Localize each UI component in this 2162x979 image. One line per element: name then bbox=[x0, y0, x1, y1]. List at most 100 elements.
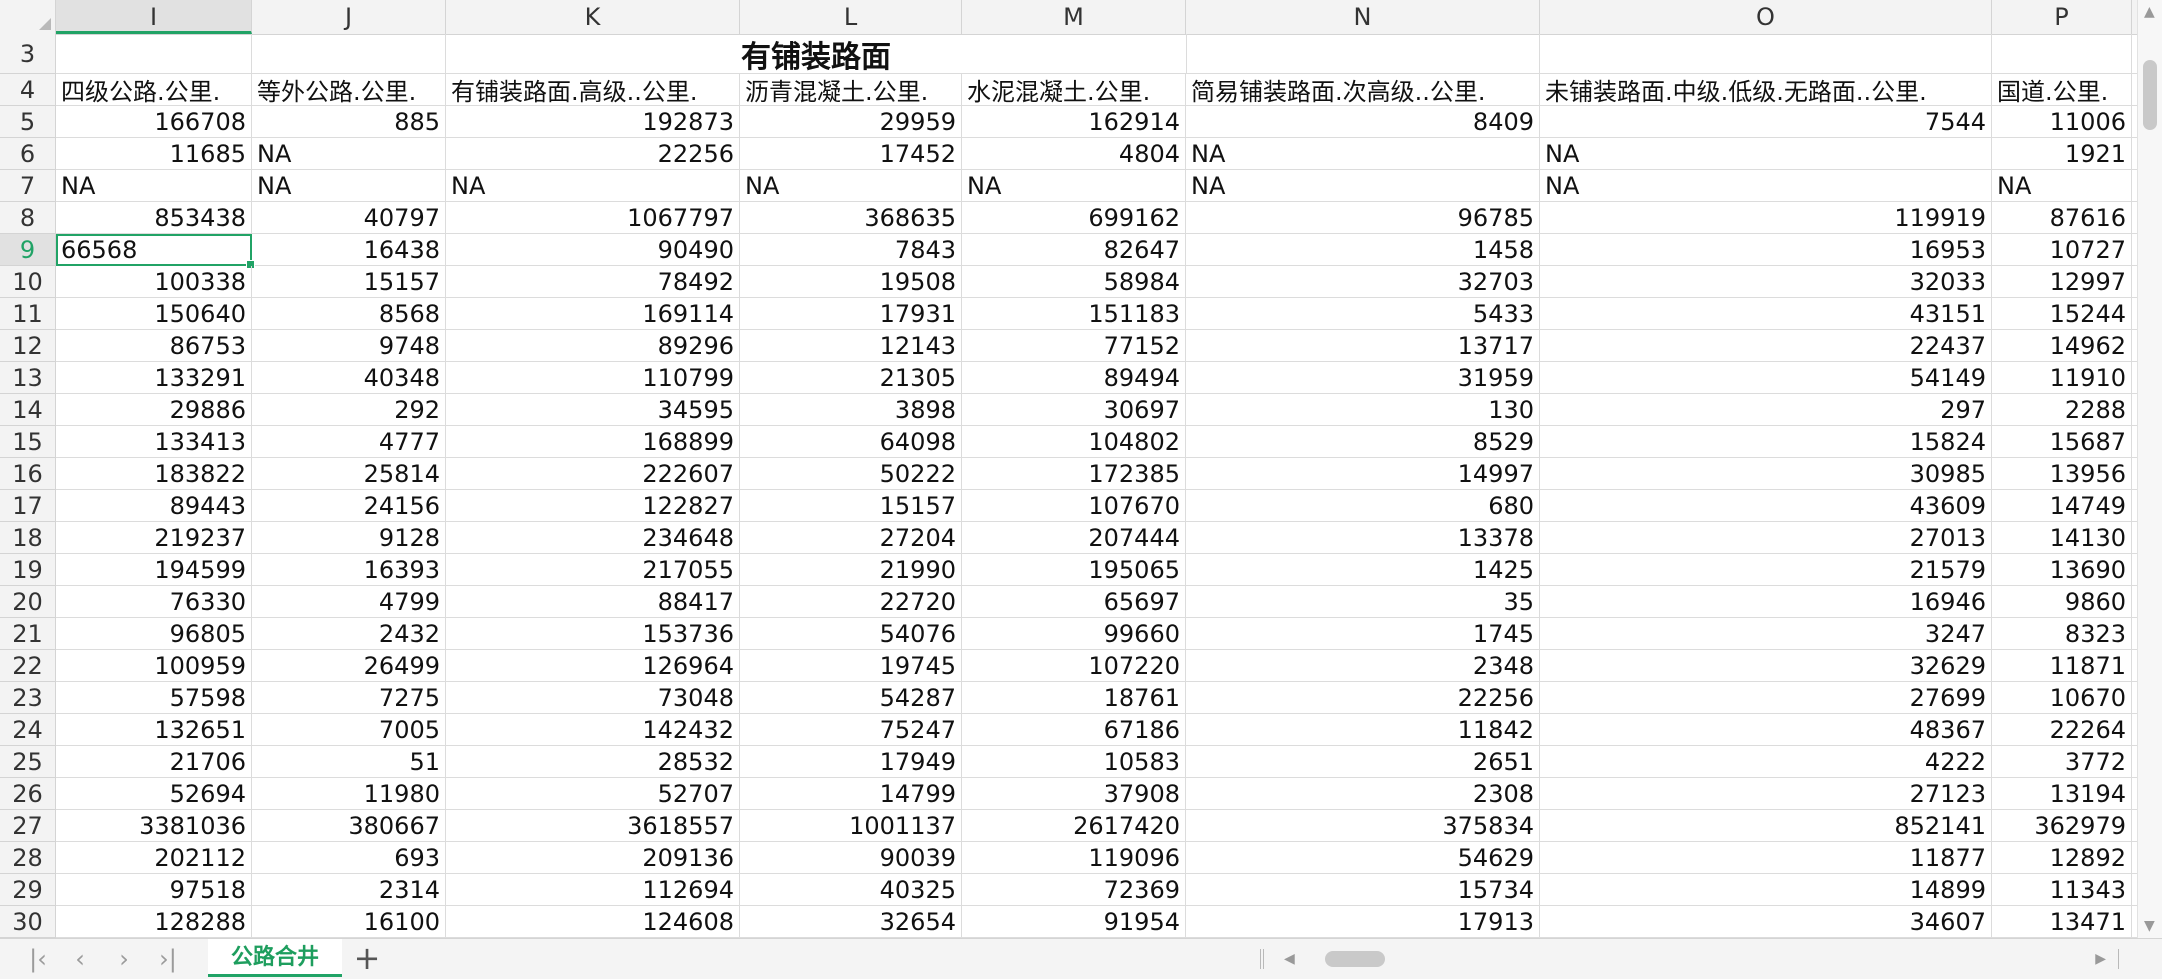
table-cell[interactable]: 13194 bbox=[1992, 778, 2132, 809]
table-cell[interactable]: 89443 bbox=[56, 490, 252, 521]
table-cell[interactable] bbox=[252, 34, 446, 73]
table-cell[interactable]: 11343 bbox=[1992, 874, 2132, 905]
table-cell[interactable]: 8409 bbox=[1186, 106, 1540, 137]
table-cell[interactable]: 76330 bbox=[56, 586, 252, 617]
table-cell[interactable]: 31959 bbox=[1186, 362, 1540, 393]
table-cell[interactable]: 853438 bbox=[56, 202, 252, 233]
table-cell[interactable]: 128288 bbox=[56, 906, 252, 937]
column-header-p[interactable]: P bbox=[1992, 0, 2132, 34]
table-cell[interactable]: 2348 bbox=[1186, 650, 1540, 681]
table-cell[interactable]: 362979 bbox=[1992, 810, 2132, 841]
table-cell[interactable]: 86753 bbox=[56, 330, 252, 361]
table-cell[interactable]: 97518 bbox=[56, 874, 252, 905]
table-cell[interactable]: 3898 bbox=[740, 394, 962, 425]
table-cell[interactable]: 90490 bbox=[446, 234, 740, 265]
table-cell[interactable]: 368635 bbox=[740, 202, 962, 233]
column-title-cell[interactable]: 国道.公里. bbox=[1992, 74, 2132, 105]
table-cell[interactable]: 104802 bbox=[962, 426, 1186, 457]
table-cell[interactable]: 30985 bbox=[1540, 458, 1992, 489]
table-cell[interactable] bbox=[56, 34, 252, 73]
row-header-15[interactable]: 15 bbox=[0, 426, 56, 458]
table-cell[interactable]: 292 bbox=[252, 394, 446, 425]
first-sheet-icon[interactable]: |‹ bbox=[20, 945, 56, 973]
row-header-14[interactable]: 14 bbox=[0, 394, 56, 426]
table-cell[interactable]: 8529 bbox=[1186, 426, 1540, 457]
table-cell[interactable]: 89494 bbox=[962, 362, 1186, 393]
table-cell[interactable]: 22256 bbox=[446, 138, 740, 169]
row-header-7[interactable]: 7 bbox=[0, 170, 56, 202]
table-cell[interactable]: 73048 bbox=[446, 682, 740, 713]
table-cell[interactable]: 172385 bbox=[962, 458, 1186, 489]
table-cell[interactable]: 1425 bbox=[1186, 554, 1540, 585]
table-cell[interactable]: 54287 bbox=[740, 682, 962, 713]
table-cell[interactable]: 2314 bbox=[252, 874, 446, 905]
vertical-scroll-thumb[interactable] bbox=[2143, 60, 2157, 130]
table-cell[interactable]: 11685 bbox=[56, 138, 252, 169]
table-cell[interactable]: 7843 bbox=[740, 234, 962, 265]
row-header-23[interactable]: 23 bbox=[0, 682, 56, 714]
table-cell[interactable]: 11871 bbox=[1992, 650, 2132, 681]
sheet-tab-active[interactable]: 公路合井 bbox=[208, 939, 342, 977]
row-header-10[interactable]: 10 bbox=[0, 266, 56, 298]
scroll-left-arrow-icon[interactable]: ◀ bbox=[1284, 947, 1295, 971]
table-cell[interactable]: 7005 bbox=[252, 714, 446, 745]
table-cell[interactable]: 72369 bbox=[962, 874, 1186, 905]
table-cell[interactable]: 29886 bbox=[56, 394, 252, 425]
table-cell[interactable]: 183822 bbox=[56, 458, 252, 489]
table-cell[interactable]: 207444 bbox=[962, 522, 1186, 553]
table-cell[interactable]: 4804 bbox=[962, 138, 1186, 169]
table-cell[interactable]: 142432 bbox=[446, 714, 740, 745]
row-header-19[interactable]: 19 bbox=[0, 554, 56, 586]
row-header-26[interactable]: 26 bbox=[0, 778, 56, 810]
table-cell[interactable]: 153736 bbox=[446, 618, 740, 649]
table-cell[interactable]: 24156 bbox=[252, 490, 446, 521]
table-cell[interactable]: 13471 bbox=[1992, 906, 2132, 937]
table-cell[interactable]: 2432 bbox=[252, 618, 446, 649]
row-header-16[interactable]: 16 bbox=[0, 458, 56, 490]
row-header-25[interactable]: 25 bbox=[0, 746, 56, 778]
table-cell[interactable]: NA bbox=[252, 138, 446, 169]
table-cell[interactable]: 90039 bbox=[740, 842, 962, 873]
table-cell[interactable]: 32654 bbox=[740, 906, 962, 937]
table-cell[interactable]: 150640 bbox=[56, 298, 252, 329]
table-cell[interactable]: 14130 bbox=[1992, 522, 2132, 553]
table-cell[interactable]: 7544 bbox=[1540, 106, 1992, 137]
row-header-6[interactable]: 6 bbox=[0, 138, 56, 170]
table-cell[interactable]: 15157 bbox=[740, 490, 962, 521]
table-cell[interactable]: NA bbox=[1540, 170, 1992, 201]
table-cell[interactable]: 27123 bbox=[1540, 778, 1992, 809]
table-cell[interactable]: 124608 bbox=[446, 906, 740, 937]
table-cell[interactable]: 119919 bbox=[1540, 202, 1992, 233]
table-cell[interactable]: 57598 bbox=[56, 682, 252, 713]
table-cell[interactable]: 27013 bbox=[1540, 522, 1992, 553]
row-header-3[interactable]: 3 bbox=[0, 34, 56, 74]
table-cell[interactable]: 133413 bbox=[56, 426, 252, 457]
table-cell[interactable]: 48367 bbox=[1540, 714, 1992, 745]
table-cell[interactable]: 11980 bbox=[252, 778, 446, 809]
row-header-28[interactable]: 28 bbox=[0, 842, 56, 874]
table-cell[interactable]: 16438 bbox=[252, 234, 446, 265]
table-cell[interactable]: 222607 bbox=[446, 458, 740, 489]
table-cell[interactable]: 91954 bbox=[962, 906, 1186, 937]
table-cell[interactable]: 162914 bbox=[962, 106, 1186, 137]
table-cell[interactable]: 22264 bbox=[1992, 714, 2132, 745]
row-header-20[interactable]: 20 bbox=[0, 586, 56, 618]
table-cell[interactable]: 32703 bbox=[1186, 266, 1540, 297]
table-cell[interactable]: NA bbox=[1186, 170, 1540, 201]
horizontal-scroll-thumb[interactable] bbox=[1325, 951, 1385, 967]
column-header-o[interactable]: O bbox=[1540, 0, 1992, 34]
table-cell[interactable]: 10583 bbox=[962, 746, 1186, 777]
table-cell[interactable]: 8568 bbox=[252, 298, 446, 329]
table-cell[interactable]: 1001137 bbox=[740, 810, 962, 841]
table-cell[interactable]: 99660 bbox=[962, 618, 1186, 649]
table-cell[interactable]: 126964 bbox=[446, 650, 740, 681]
row-header-12[interactable]: 12 bbox=[0, 330, 56, 362]
table-cell[interactable]: 40325 bbox=[740, 874, 962, 905]
table-cell[interactable]: 12892 bbox=[1992, 842, 2132, 873]
table-cell[interactable]: 19508 bbox=[740, 266, 962, 297]
table-cell[interactable]: 110799 bbox=[446, 362, 740, 393]
table-cell[interactable]: 29959 bbox=[740, 106, 962, 137]
table-cell[interactable]: 2288 bbox=[1992, 394, 2132, 425]
row-header-21[interactable]: 21 bbox=[0, 618, 56, 650]
table-cell[interactable]: 26499 bbox=[252, 650, 446, 681]
